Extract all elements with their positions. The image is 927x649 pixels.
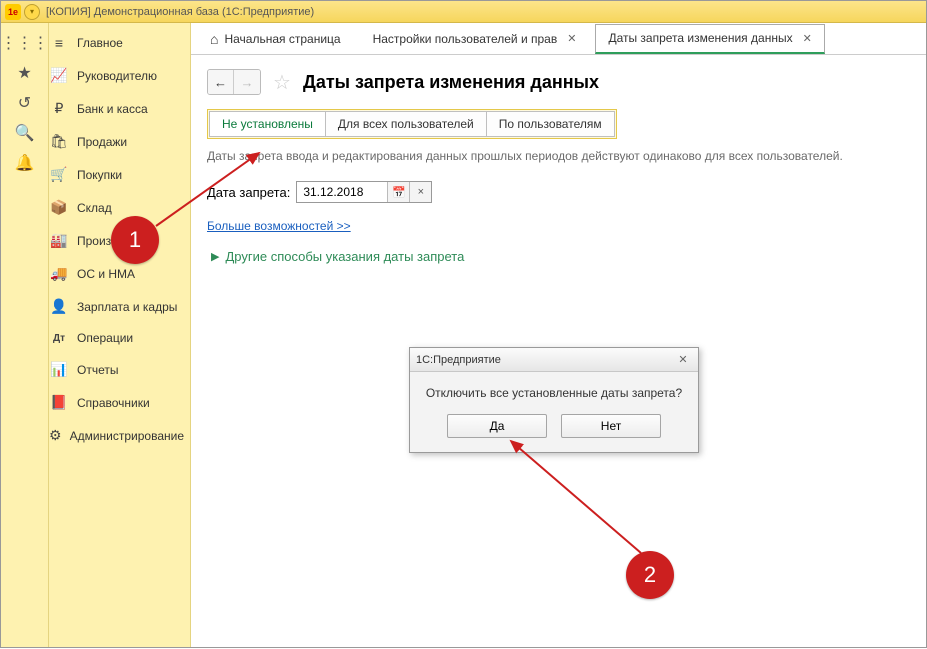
quick-icon-strip: ⋮⋮⋮ ★ ↺ 🔍 🔔	[1, 23, 49, 647]
box-icon: 📦	[49, 199, 69, 216]
chart-line-icon: 📈	[49, 67, 69, 84]
sidebar-item-label: Склад	[77, 201, 112, 215]
page-title: Даты запрета изменения данных	[303, 72, 599, 93]
back-button[interactable]: ←	[208, 70, 234, 94]
chevron-right-icon: ▶	[211, 250, 219, 263]
sidebar-item-warehouse[interactable]: 📦 Склад	[49, 191, 190, 224]
sidebar-item-bank[interactable]: ₽ Банк и касса	[49, 92, 190, 125]
sidebar-item-salary[interactable]: 👤 Зарплата и кадры	[49, 290, 190, 323]
tab-label: Начальная страница	[224, 32, 340, 46]
sidebar-item-purchases[interactable]: 🛒 Покупки	[49, 158, 190, 191]
menu-icon: ≡	[49, 35, 69, 51]
nav-sidebar: ≡ Главное 📈 Руководителю ₽ Банк и касса 🛍 Пр…	[49, 23, 191, 647]
bag-icon: 🛍	[49, 133, 69, 150]
forward-button[interactable]: →	[234, 70, 260, 94]
sidebar-item-label: ОС и НМА	[77, 267, 135, 281]
sidebar-item-label: Отчеты	[77, 363, 118, 377]
dt-kt-icon: Дт	[49, 333, 69, 344]
sidebar-item-assets[interactable]: 🚚 ОС и НМА	[49, 257, 190, 290]
dialog-titlebar: 1С:Предприятие ✕	[410, 348, 698, 372]
tab-label: Настройки пользователей и прав	[373, 32, 558, 46]
sidebar-item-sales[interactable]: 🛍 Продажи	[49, 125, 190, 158]
restriction-date-field[interactable]	[297, 182, 387, 202]
sidebar-item-label: Покупки	[77, 168, 122, 182]
sidebar-item-label: Зарплата и кадры	[77, 300, 177, 314]
sidebar-item-label: Продажи	[77, 135, 127, 149]
person-icon: 👤	[49, 298, 69, 315]
dialog-no-button[interactable]: Нет	[561, 414, 661, 438]
description-text: Даты запрета ввода и редактирования данн…	[207, 149, 910, 163]
more-options-link[interactable]: Больше возможностей >>	[207, 219, 351, 233]
tabs-row: ⌂ Начальная страница Настройки пользоват…	[191, 23, 926, 55]
expander-label: Другие способы указания даты запрета	[225, 249, 464, 264]
close-icon[interactable]: ✕	[803, 32, 812, 45]
tab-home[interactable]: ⌂ Начальная страница	[197, 24, 354, 54]
window-titlebar: 1e ▾ [КОПИЯ] Демонстрационная база (1С:П…	[1, 1, 926, 23]
other-methods-expander[interactable]: ▶ Другие способы указания даты запрета	[211, 249, 910, 264]
callout-2: 2	[626, 551, 674, 599]
dialog-title-text: 1С:Предприятие	[416, 354, 501, 366]
dialog-close-icon[interactable]: ✕	[674, 352, 692, 368]
window-title: [КОПИЯ] Демонстрационная база (1С:Предпр…	[46, 6, 314, 18]
date-input-group: 📅 ×	[296, 181, 432, 203]
history-icon[interactable]: ↺	[9, 89, 41, 117]
gear-icon: ⚙	[49, 427, 62, 444]
factory-icon: 🏭	[49, 232, 69, 249]
tab-date-restrictions[interactable]: Даты запрета изменения данных ✕	[595, 24, 824, 54]
dialog-message: Отключить все установленные даты запрета…	[410, 372, 698, 414]
home-icon: ⌂	[210, 31, 218, 47]
sidebar-item-main[interactable]: ≡ Главное	[49, 27, 190, 59]
tab-label: Даты запрета изменения данных	[608, 31, 792, 45]
sidebar-item-label: Справочники	[77, 396, 150, 410]
bell-icon[interactable]: 🔔	[9, 149, 41, 177]
sidebar-item-label: Операции	[77, 331, 133, 345]
truck-icon: 🚚	[49, 265, 69, 282]
seg-all-users[interactable]: Для всех пользователей	[325, 111, 487, 137]
titlebar-dropdown-icon[interactable]: ▾	[24, 4, 40, 20]
close-icon[interactable]: ✕	[567, 32, 576, 45]
search-icon[interactable]: 🔍	[9, 119, 41, 147]
app-logo-icon: 1e	[5, 4, 21, 20]
sidebar-item-label: Руководителю	[77, 69, 157, 83]
date-label: Дата запрета:	[207, 185, 290, 200]
sidebar-item-operations[interactable]: Дт Операции	[49, 323, 190, 353]
tab-user-settings[interactable]: Настройки пользователей и прав ✕	[360, 24, 590, 54]
seg-not-set[interactable]: Не установлены	[209, 111, 326, 137]
favorite-star-icon[interactable]: ★	[9, 59, 41, 87]
sidebar-item-manager[interactable]: 📈 Руководителю	[49, 59, 190, 92]
ruble-icon: ₽	[49, 100, 69, 117]
sidebar-item-dictionaries[interactable]: 📕 Справочники	[49, 386, 190, 419]
confirm-dialog: 1С:Предприятие ✕ Отключить все установле…	[409, 347, 699, 453]
nav-back-forward: ← →	[207, 69, 261, 95]
seg-by-user[interactable]: По пользователям	[486, 111, 615, 137]
cart-icon: 🛒	[49, 166, 69, 183]
mode-segmented-control: Не установлены Для всех пользователей По…	[207, 109, 617, 139]
clear-date-icon[interactable]: ×	[409, 182, 431, 202]
sidebar-item-label: Администрирование	[70, 429, 184, 443]
apps-grid-icon[interactable]: ⋮⋮⋮	[9, 29, 41, 57]
content-area: ⌂ Начальная страница Настройки пользоват…	[191, 23, 926, 647]
sidebar-item-reports[interactable]: 📊 Отчеты	[49, 353, 190, 386]
callout-1: 1	[111, 216, 159, 264]
dialog-yes-button[interactable]: Да	[447, 414, 547, 438]
sidebar-item-label: Главное	[77, 36, 123, 50]
sidebar-item-admin[interactable]: ⚙ Администрирование	[49, 419, 190, 452]
calendar-icon[interactable]: 📅	[387, 182, 409, 202]
bar-chart-icon: 📊	[49, 361, 69, 378]
favorite-toggle-icon[interactable]: ☆	[271, 71, 293, 93]
book-icon: 📕	[49, 394, 69, 411]
sidebar-item-label: Банк и касса	[77, 102, 148, 116]
